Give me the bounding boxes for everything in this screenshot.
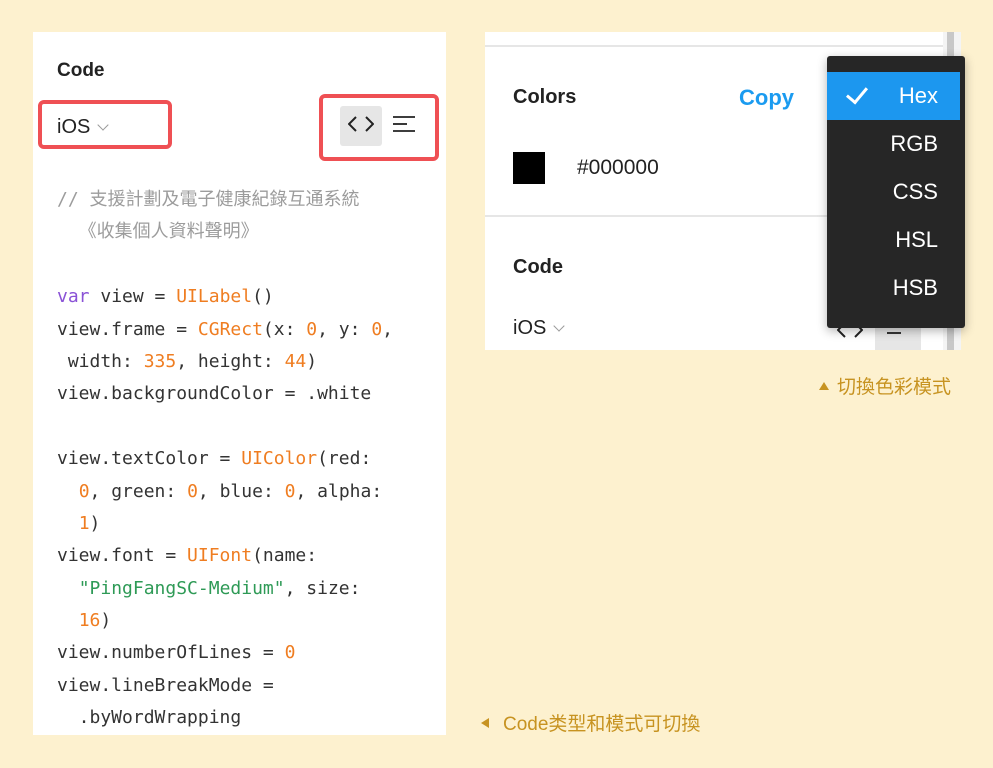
code-token: 1 bbox=[78, 512, 90, 534]
code-line: view.frame = CGRect(x: 0, y: 0, bbox=[57, 314, 432, 346]
code-token: 0 bbox=[306, 318, 318, 340]
code-token: 16 bbox=[78, 610, 101, 632]
code-token: ) bbox=[100, 610, 112, 632]
code-token: view.textColor = bbox=[57, 448, 242, 470]
color-swatch bbox=[513, 152, 545, 184]
code-line: view.textColor = UIColor(red: bbox=[57, 443, 432, 475]
color-mode-label: RGB bbox=[890, 131, 938, 156]
code-token: , height: bbox=[176, 350, 285, 372]
code-token: 335 bbox=[143, 350, 177, 372]
code-line: 0, green: 0, blue: 0, alpha: bbox=[57, 476, 432, 508]
code-token: var bbox=[57, 286, 90, 308]
code-token: 0 bbox=[371, 318, 383, 340]
code-token: 0 bbox=[187, 480, 198, 502]
triangle-left-icon bbox=[481, 717, 489, 728]
caption-color-mode: 切換色彩模式 bbox=[819, 372, 951, 399]
code-token: .byWordWrapping bbox=[57, 707, 242, 729]
code-token: (x: bbox=[262, 318, 307, 340]
checkmark-icon bbox=[845, 81, 869, 105]
code-line: var view = UILabel() bbox=[57, 281, 432, 313]
code-section-title: Code bbox=[57, 60, 105, 81]
code-block: // 支援計劃及電子健康紀錄互通系統 《收集個人資料聲明》 var view = … bbox=[57, 184, 432, 735]
code-token: CGRect bbox=[197, 318, 263, 340]
code-token: ) bbox=[89, 512, 101, 534]
code-token: , blue: bbox=[197, 480, 285, 502]
caption-code-mode: Code类型和模式可切換 bbox=[481, 709, 700, 736]
code-token: view.frame = bbox=[57, 318, 198, 340]
code-token: 《收集個人資料聲明》 bbox=[57, 221, 259, 243]
code-token: , bbox=[382, 318, 393, 340]
color-mode-option-hex[interactable]: Hex bbox=[827, 72, 960, 120]
code-token: "PingFangSC-Medium" bbox=[78, 577, 285, 599]
code-token: view.backgroundColor = .white bbox=[57, 383, 372, 405]
color-mode-label: CSS bbox=[892, 179, 938, 204]
color-mode-label: HSB bbox=[892, 275, 938, 300]
color-mode-option-css[interactable]: CSS bbox=[827, 168, 960, 216]
color-mode-label: Hex bbox=[898, 83, 938, 108]
chevron-down-icon bbox=[553, 320, 566, 332]
caption-text: Code类型和模式可切換 bbox=[503, 714, 701, 735]
code-section-title: Code bbox=[513, 256, 563, 278]
code-token: (red: bbox=[317, 448, 372, 470]
code-line: .byWordWrapping bbox=[57, 702, 432, 734]
color-mode-dropdown: Hex RGB CSS HSL HSB bbox=[827, 56, 965, 328]
code-line: view.lineBreakMode = bbox=[57, 670, 432, 702]
code-token: , size: bbox=[284, 577, 361, 599]
code-line: view.font = UIFont(name: bbox=[57, 540, 432, 572]
code-line: width: 335, height: 44) bbox=[57, 346, 432, 378]
code-token: UIColor bbox=[241, 448, 318, 470]
code-token: 0 bbox=[78, 480, 90, 502]
triangle-up-icon bbox=[819, 381, 829, 390]
color-mode-label: HSL bbox=[895, 227, 938, 252]
code-token: 44 bbox=[284, 350, 307, 372]
divider bbox=[485, 45, 961, 47]
code-line: "PingFangSC-Medium", size: bbox=[57, 573, 432, 605]
code-token: () bbox=[252, 286, 274, 308]
code-token: ) bbox=[306, 350, 318, 372]
code-token: view.font = bbox=[57, 545, 188, 567]
code-line: view.backgroundColor = .white bbox=[57, 378, 432, 410]
code-token: 0 bbox=[284, 480, 296, 502]
code-panel: Code iOS // 支援計劃及電子健康紀錄互通系統 《收集個人資料聲明》 va… bbox=[33, 32, 446, 735]
code-toggle-highlight bbox=[319, 94, 439, 161]
code-line: 《收集個人資料聲明》 bbox=[57, 216, 432, 248]
code-line: view.numberOfLines = 0 bbox=[57, 637, 432, 669]
code-line: 1) bbox=[57, 508, 432, 540]
code-token: UILabel bbox=[176, 286, 253, 308]
language-select-highlight bbox=[38, 100, 172, 149]
code-line: // 支援計劃及電子健康紀錄互通系統 bbox=[57, 184, 432, 216]
code-token: width: bbox=[57, 350, 144, 372]
code-token: view.lineBreakMode = bbox=[57, 674, 274, 696]
caption-text: 切換色彩模式 bbox=[837, 377, 952, 398]
code-token: UIFont bbox=[187, 545, 253, 567]
code-token: // 支援計劃及電子健康紀錄互通系統 bbox=[57, 189, 360, 210]
code-token: view.numberOfLines = bbox=[57, 642, 285, 664]
code-token: , green: bbox=[89, 480, 188, 502]
color-mode-option-hsb[interactable]: HSB bbox=[827, 264, 960, 312]
color-mode-option-hsl[interactable]: HSL bbox=[827, 216, 960, 264]
color-mode-option-rgb[interactable]: RGB bbox=[827, 120, 960, 168]
code-token: view = bbox=[89, 286, 177, 308]
code-token: , y: bbox=[317, 318, 372, 340]
code-token: (name: bbox=[252, 545, 318, 567]
copy-button[interactable]: Copy bbox=[739, 85, 794, 111]
colors-section-title: Colors bbox=[513, 86, 577, 108]
code-token: , alpha: bbox=[295, 480, 383, 502]
code-token: 0 bbox=[284, 642, 296, 664]
hex-value: #000000 bbox=[577, 156, 659, 179]
language-select-value: iOS bbox=[513, 317, 547, 339]
language-select[interactable]: iOS bbox=[513, 317, 566, 340]
code-line: 16) bbox=[57, 605, 432, 637]
